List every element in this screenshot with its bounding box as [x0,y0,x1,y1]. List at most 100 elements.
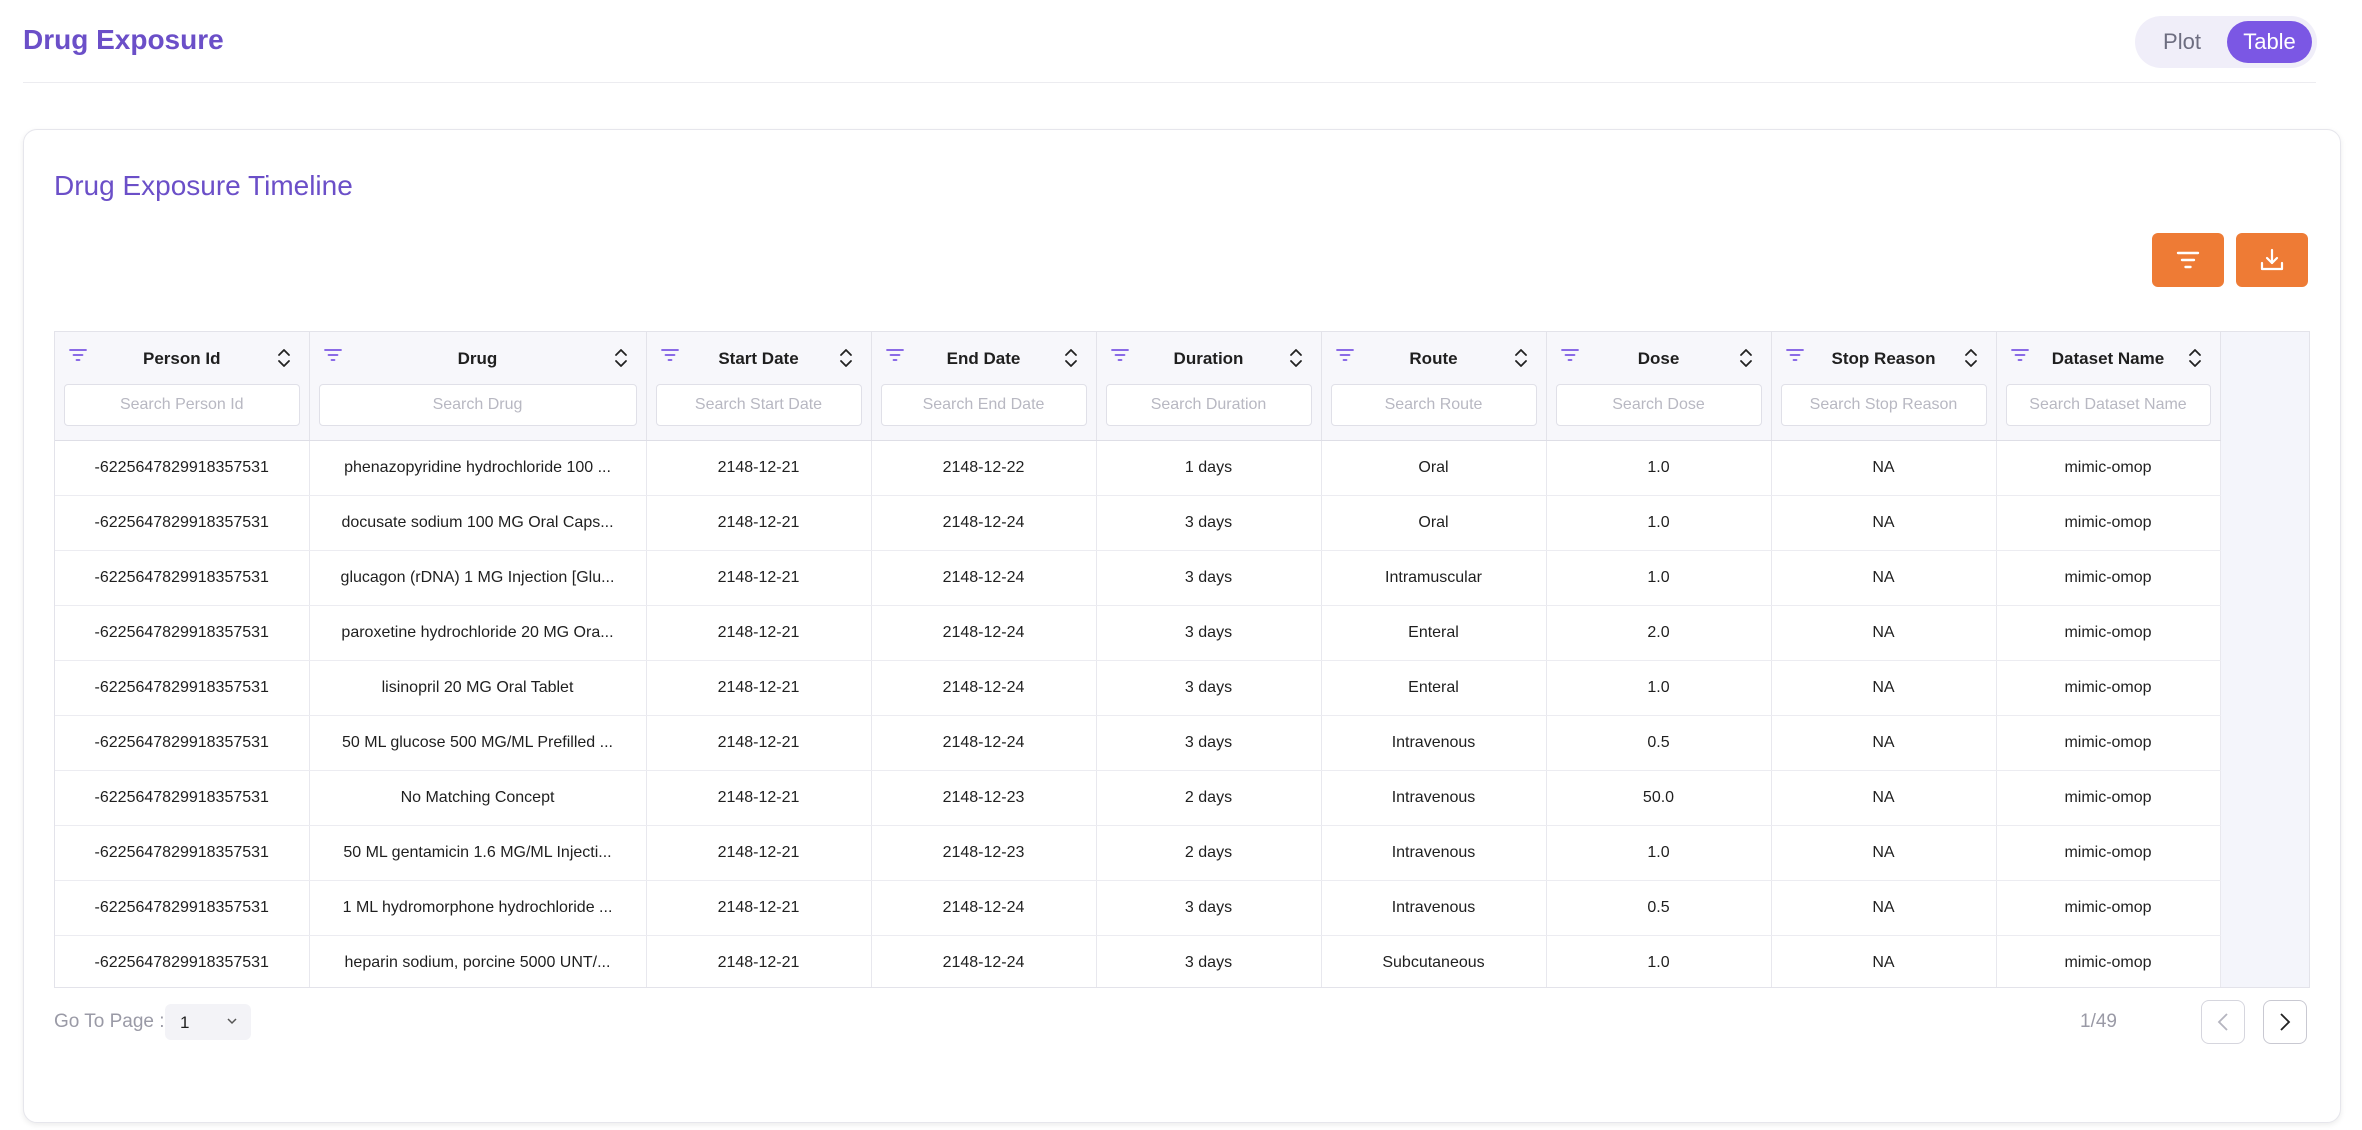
column-header: Duration [1096,332,1322,441]
column-header-label: Dose [1637,349,1680,368]
table-cell: 2148-12-24 [871,935,1097,987]
column-search-input[interactable] [655,384,862,426]
sort-icon[interactable] [1514,348,1528,368]
data-table-container: Person Id Drug Start Date End Date Duration R… [54,331,2310,988]
table-cell: -6225647829918357531 [55,715,310,771]
table-cell: 2 days [1096,825,1322,881]
table-cell: -6225647829918357531 [55,935,310,987]
column-header: Person Id [55,332,310,441]
table-cell: 1.0 [1546,935,1772,987]
card-title: Drug Exposure Timeline [54,170,353,201]
table-cell: -6225647829918357531 [55,440,310,496]
table-cell: NA [1771,825,1997,881]
table-cell: Enteral [1321,605,1547,661]
table-cell: Intravenous [1321,770,1547,826]
column-header: Stop Reason [1771,332,1997,441]
table-cell: -6225647829918357531 [55,880,310,936]
column-search-input[interactable] [1555,384,1762,426]
table-cell: 2.0 [1546,605,1772,661]
table-cell: mimic-omop [1996,825,2221,881]
table-cell: 3 days [1096,935,1322,987]
table-row[interactable]: -6225647829918357531 lisinopril 20 MG Ora… [55,660,2221,716]
table-cell: 1.0 [1546,660,1772,716]
table-cell: Subcutaneous [1321,935,1547,987]
next-page-button[interactable] [2263,1000,2307,1044]
table-cell: -6225647829918357531 [55,770,310,826]
table-row[interactable]: -6225647829918357531 paroxetine hydrochlo… [55,605,2221,661]
table-cell: NA [1771,935,1997,987]
table-cell: 1.0 [1546,495,1772,551]
table-cell: 2148-12-23 [871,770,1097,826]
table-cell: Intravenous [1321,825,1547,881]
column-header-label: Dataset Name [2051,349,2165,368]
table-cell: 3 days [1096,715,1322,771]
table-cell: No Matching Concept [309,770,647,826]
table-cell: 2148-12-21 [646,605,872,661]
table-cell: -6225647829918357531 [55,495,310,551]
download-button[interactable] [2236,233,2308,287]
sort-icon[interactable] [1739,348,1753,368]
column-header: Dose [1546,332,1772,441]
table-cell: -6225647829918357531 [55,825,310,881]
table-cell: Enteral [1321,660,1547,716]
drug-exposure-table: Person Id Drug Start Date End Date Duration R… [55,332,2221,987]
sort-icon[interactable] [1289,348,1303,368]
filter-button[interactable] [2152,233,2224,287]
table-cell: mimic-omop [1996,880,2221,936]
table-cell: 2148-12-23 [871,825,1097,881]
table-cell: 1.0 [1546,440,1772,496]
table-cell: 2148-12-21 [646,715,872,771]
table-cell: 2148-12-24 [871,605,1097,661]
table-cell: 2148-12-21 [646,770,872,826]
column-search-input[interactable] [1105,384,1312,426]
table-cell: Intravenous [1321,880,1547,936]
table-row[interactable]: -6225647829918357531 heparin sodium, porc… [55,935,2221,987]
table-cell: 1.0 [1546,825,1772,881]
table-cell: 50.0 [1546,770,1772,826]
previous-page-button[interactable] [2201,1000,2245,1044]
table-cell: glucagon (rDNA) 1 MG Injection [Glu... [309,550,647,606]
column-search-input[interactable] [880,384,1087,426]
table-cell: NA [1771,550,1997,606]
table-toggle-button[interactable]: Table [2227,21,2312,63]
column-header: Route [1321,332,1547,441]
filter-icon [2176,251,2200,269]
table-cell: 2148-12-24 [871,880,1097,936]
column-header: End Date [871,332,1097,441]
table-cell: 0.5 [1546,880,1772,936]
column-search-input[interactable] [64,384,300,426]
column-search-input[interactable] [1780,384,1987,426]
table-row[interactable]: -6225647829918357531 phenazopyridine hydr… [55,440,2221,496]
column-search-input[interactable] [318,384,637,426]
column-header-label: Route [1409,349,1458,368]
table-cell: 0.5 [1546,715,1772,771]
table-cell: NA [1771,880,1997,936]
table-cell: 3 days [1096,880,1322,936]
column-header-label: Duration [1173,349,1244,368]
sort-icon[interactable] [1964,348,1978,368]
sort-icon[interactable] [277,348,291,368]
table-row[interactable]: -6225647829918357531 glucagon (rDNA) 1 MG… [55,550,2221,606]
sort-icon[interactable] [614,348,628,368]
table-body: -6225647829918357531 phenazopyridine hydr… [55,440,2221,987]
table-cell: mimic-omop [1996,440,2221,496]
column-search-input[interactable] [1330,384,1537,426]
table-cell: 2148-12-21 [646,935,872,987]
sort-icon[interactable] [839,348,853,368]
header-divider [23,82,2316,83]
plot-toggle-button[interactable]: Plot [2141,21,2223,63]
sort-icon[interactable] [1064,348,1078,368]
table-row[interactable]: -6225647829918357531 1 ML hydromorphone h… [55,880,2221,936]
table-row[interactable]: -6225647829918357531 No Matching Concept 2… [55,770,2221,826]
table-cell: 2148-12-24 [871,715,1097,771]
table-cell: NA [1771,660,1997,716]
table-row[interactable]: -6225647829918357531 50 ML glucose 500 MG… [55,715,2221,771]
page-select[interactable]: 1 [165,1004,251,1040]
table-row[interactable]: -6225647829918357531 docusate sodium 100 … [55,495,2221,551]
column-header-label: Person Id [143,349,221,368]
sort-icon[interactable] [2188,348,2202,368]
table-cell: mimic-omop [1996,935,2221,987]
table-row[interactable]: -6225647829918357531 50 ML gentamicin 1.6… [55,825,2221,881]
table-cell: 2148-12-21 [646,495,872,551]
column-search-input[interactable] [2005,384,2211,426]
